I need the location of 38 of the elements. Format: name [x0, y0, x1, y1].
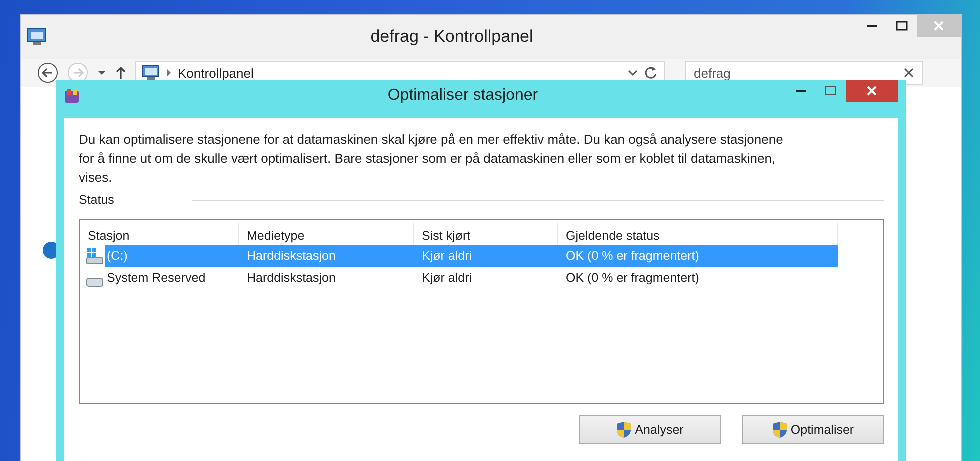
shield-icon: [616, 420, 632, 438]
control-panel-icon: [142, 65, 160, 81]
clear-icon: [904, 68, 914, 78]
search-text: defrag: [694, 66, 732, 80]
control-panel-icon: [27, 28, 47, 46]
table-cell: OK (0 % er fragmentert): [558, 245, 838, 267]
up-button[interactable]: [115, 66, 127, 80]
table-cell: (C:): [105, 245, 239, 267]
drive-icon: [86, 278, 104, 286]
dropdown-caret-icon[interactable]: [97, 70, 107, 76]
table-cell-text: OK (0 % er fragmentert): [565, 270, 700, 287]
table-cell-text: System Reserved: [106, 270, 207, 287]
defrag-icon: [64, 88, 80, 104]
minimize-icon: [867, 25, 877, 27]
window-title: defrag - Kontrollpanel: [370, 27, 534, 47]
table-cell-text: Kjør aldri: [421, 270, 474, 287]
back-button[interactable]: [37, 62, 59, 84]
drive-row[interactable]: System Reserved Harddiskstasjon Kjør aldri OK (0 % er fragmentert): [80, 267, 883, 289]
chevron-right-icon: [166, 69, 172, 77]
table-cell: Kjør aldri: [414, 245, 558, 267]
action-button[interactable]: Analyser: [579, 415, 721, 444]
refresh-icon: [644, 66, 658, 80]
table-cell-text: Harddiskstasjon: [246, 270, 337, 287]
close-icon: [867, 86, 877, 96]
chevron-down-icon: [628, 70, 638, 76]
system-drive-icon: [86, 247, 104, 265]
address-text: Kontrollpanel: [178, 66, 255, 80]
maximize-icon: [825, 86, 837, 96]
table-cell: Harddiskstasjon: [239, 245, 414, 267]
action-button[interactable]: Optimaliser: [742, 415, 884, 444]
status-label: Status: [79, 193, 116, 207]
minimize-icon: [796, 90, 806, 92]
close-button[interactable]: [846, 80, 898, 102]
maximize-icon: [896, 21, 908, 31]
shield-icon: [772, 420, 788, 438]
close-icon: [934, 21, 944, 31]
dialog-title: Optimaliser stasjoner: [386, 87, 540, 105]
description-text: Du kan optimalisere stasjonene for at datamaskinen skal kjøre på en mer effektiv måte. Du kan også analysere stasjonene for å finne ut om de skulle vært optimalisert. Bare stasjoner som er på datamaskinen eller som er koblet til datamaskinen, vises.: [79, 131, 784, 187]
